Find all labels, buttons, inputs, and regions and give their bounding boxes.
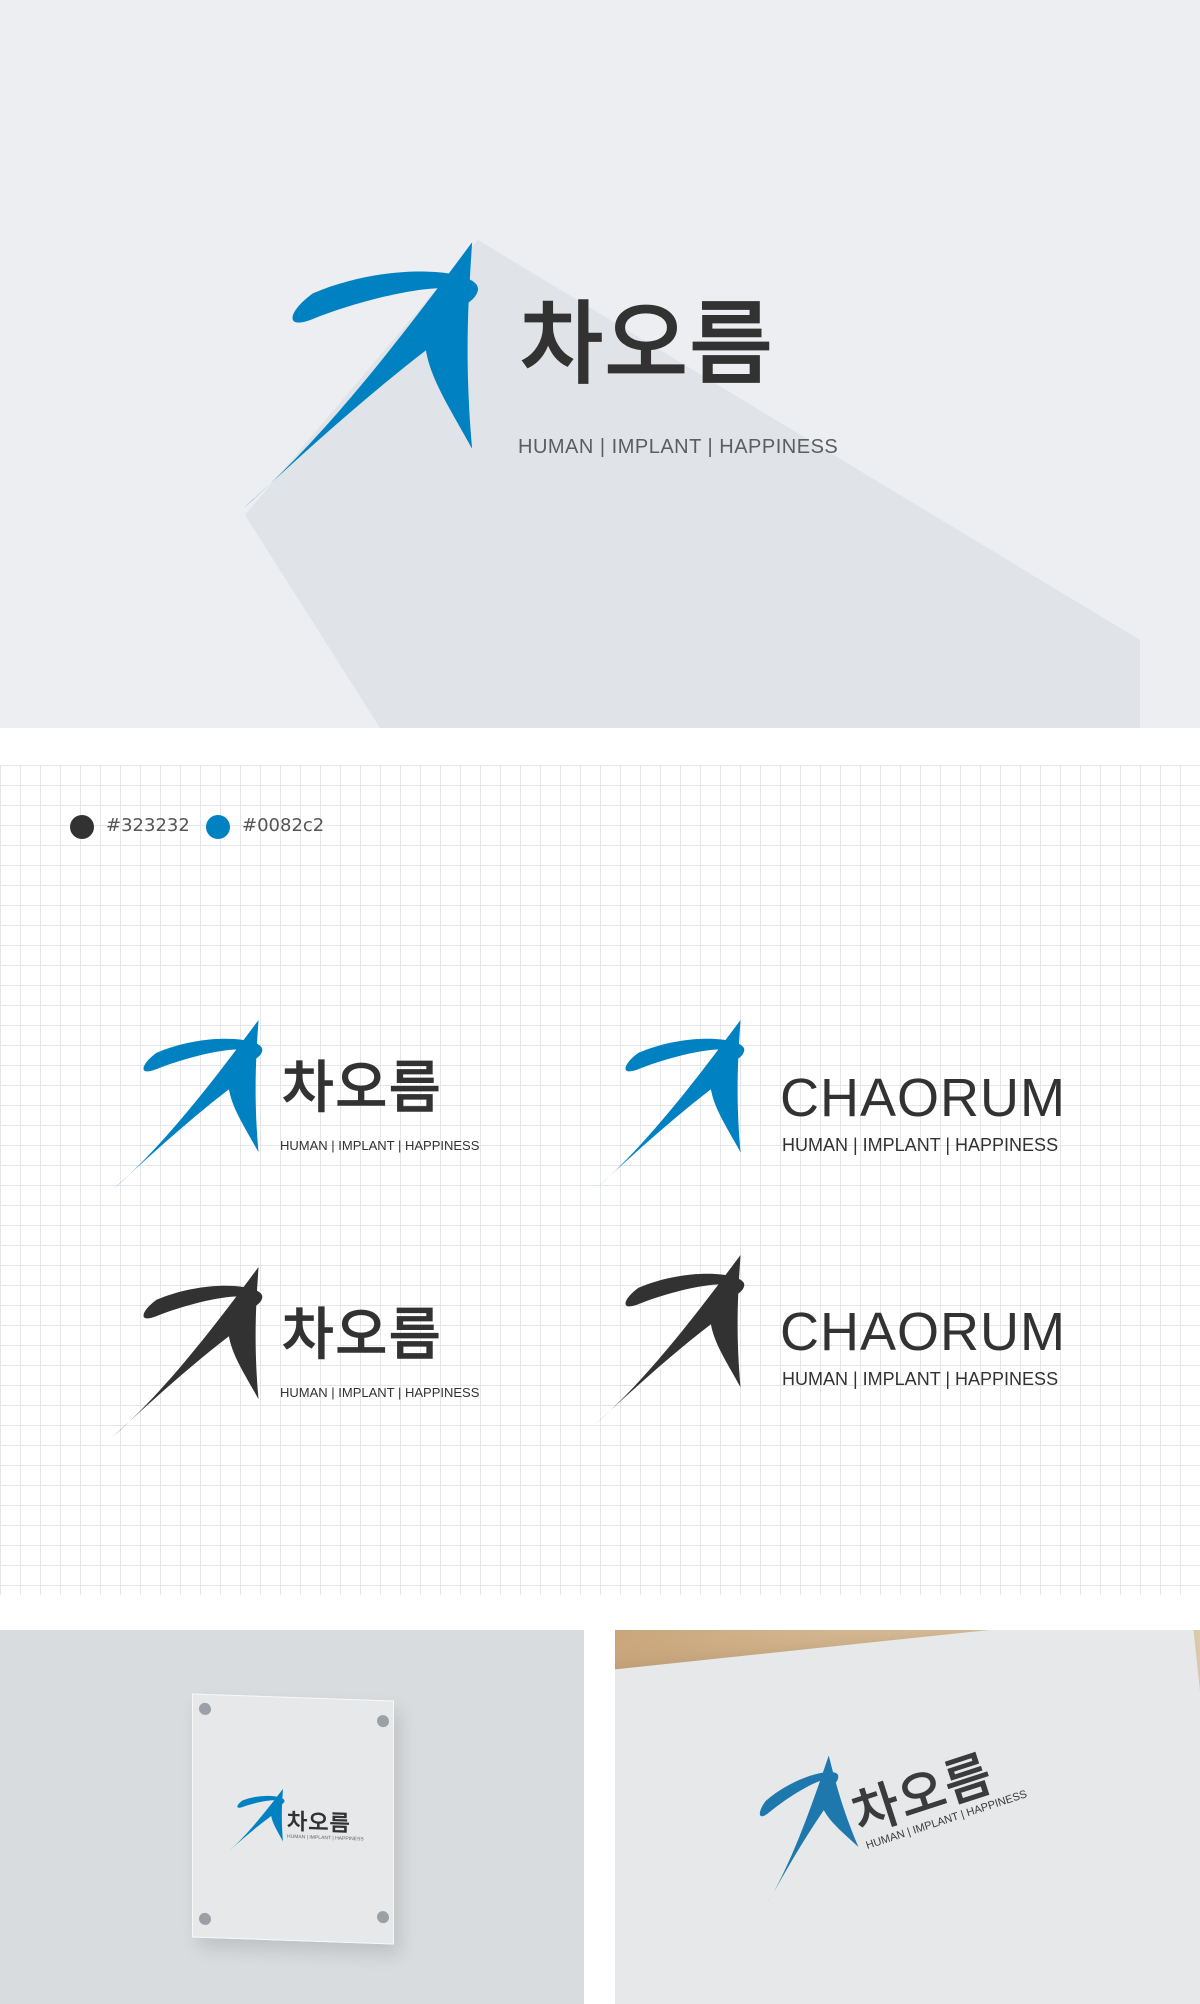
color-swatch-blue [206,815,230,839]
logo-variations-panel: #323232 #0082c2 차오름 HUMAN | IMPLANT | HA… [0,765,1200,1595]
color-swatch-label: #323232 [106,815,190,836]
brand-mark-icon [594,1255,746,1425]
mockup-embossed-paper: 차오름 HUMAN | IMPLANT | HAPPINESS [615,1630,1200,2004]
standoff-screw [199,1912,211,1926]
korean-wordmark: 차오름 [282,1056,443,1121]
tagline: HUMAN | IMPLANT | HAPPINESS [287,1833,364,1843]
tagline: HUMAN | IMPLANT | HAPPINESS [280,1385,480,1400]
acrylic-plate: 차오름 HUMAN | IMPLANT | HAPPINESS [192,1693,394,1945]
korean-wordmark: 차오름 [287,1809,351,1838]
brand-mark-icon [225,1786,285,1858]
tagline: HUMAN | IMPLANT | HAPPINESS [782,1135,1059,1155]
brand-mark-icon [112,1267,264,1437]
paper-logo: 차오름 HUMAN | IMPLANT | HAPPINESS [728,1744,1029,1910]
standoff-screw [199,1702,211,1716]
korean-wordmark: 차오름 [282,1303,443,1368]
brand-mark-icon [112,1020,264,1190]
hero-panel: 차오름 HUMAN | IMPLANT | HAPPINESS [0,0,1200,728]
tagline: HUMAN | IMPLANT | HAPPINESS [782,1369,1059,1389]
mockup-acrylic-sign: 차오름 HUMAN | IMPLANT | HAPPINESS [0,1630,584,2004]
standoff-screw [377,1714,389,1728]
color-swatch-dark [70,815,94,839]
english-wordmark: CHAORUM [780,1302,1066,1362]
standoff-screw [377,1910,389,1924]
tagline: HUMAN | IMPLANT | HAPPINESS [280,1138,480,1153]
brand-mark-icon [244,242,480,508]
color-swatch-label: #0082c2 [242,815,325,836]
english-wordmark: CHAORUM [780,1068,1066,1128]
paper-sheet: 차오름 HUMAN | IMPLANT | HAPPINESS [615,1630,1200,2004]
brand-mark-icon [594,1020,746,1190]
tagline: HUMAN | IMPLANT | HAPPINESS [518,436,839,458]
korean-wordmark: 차오름 [520,292,775,397]
